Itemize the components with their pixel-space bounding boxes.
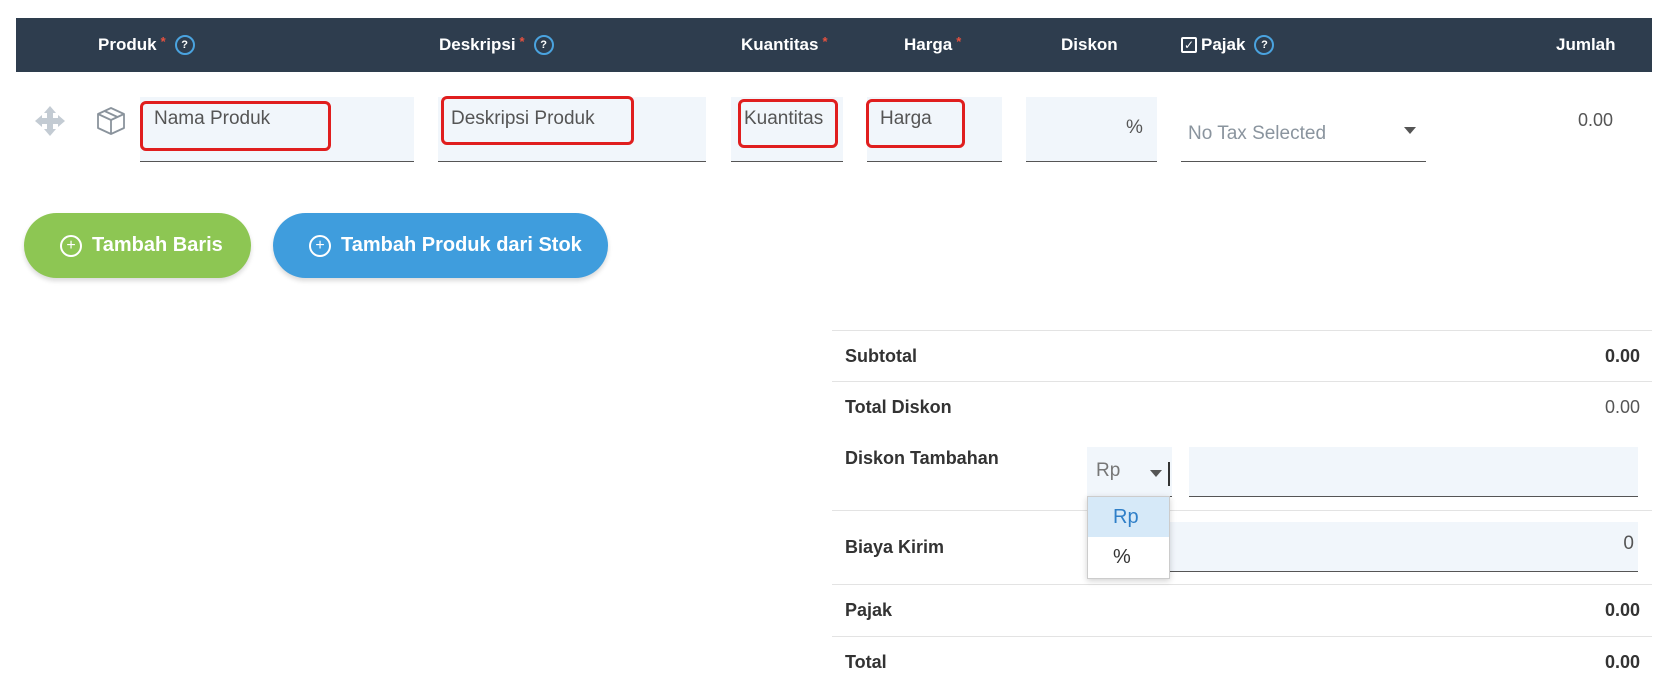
- plus-circle-icon: +: [60, 234, 82, 257]
- divider: [832, 584, 1652, 585]
- add-row-button[interactable]: + Tambah Baris: [24, 213, 251, 278]
- col-pajak: ✓ Pajak ?: [1181, 18, 1275, 72]
- col-deskripsi-label: Deskripsi: [439, 35, 516, 54]
- col-jumlah: Jumlah: [1556, 18, 1616, 72]
- highlight-box: [738, 99, 838, 148]
- col-harga-label: Harga: [904, 35, 953, 54]
- drag-handle-icon[interactable]: [34, 105, 66, 137]
- total-value: 0.00: [1604, 652, 1640, 672]
- highlight-box: [441, 96, 634, 145]
- col-diskon: Diskon: [1061, 18, 1118, 72]
- col-diskon-label: Diskon: [1061, 35, 1118, 54]
- help-icon[interactable]: ?: [533, 35, 554, 55]
- shipping-cost-label: Biaya Kirim: [845, 537, 945, 557]
- add-product-from-stock-button[interactable]: + Tambah Produk dari Stok: [273, 213, 608, 278]
- highlight-box: [140, 101, 331, 151]
- discount-type-dropdown: Rp %: [1087, 496, 1170, 579]
- required-mark: *: [519, 33, 525, 49]
- subtotal-value: 0.00: [1604, 346, 1640, 366]
- discount-unit: %: [1126, 117, 1143, 138]
- chevron-down-icon: [1404, 127, 1416, 134]
- chevron-down-icon: [1150, 470, 1162, 477]
- divider: [832, 381, 1652, 382]
- required-mark: *: [956, 33, 962, 49]
- additional-discount-label: Diskon Tambahan: [845, 448, 999, 468]
- col-produk: Produk * ?: [98, 18, 195, 72]
- col-jumlah-label: Jumlah: [1556, 35, 1616, 54]
- highlight-box: [866, 99, 965, 148]
- divider: [832, 636, 1652, 637]
- tax-value: 0.00: [1604, 600, 1640, 620]
- col-kuantitas-label: Kuantitas: [741, 35, 819, 54]
- col-produk-label: Produk: [98, 35, 157, 54]
- required-mark: *: [160, 33, 166, 49]
- tax-label: Pajak: [845, 600, 893, 620]
- shipping-cost-input[interactable]: [1170, 522, 1638, 572]
- plus-circle-icon: +: [309, 234, 331, 257]
- col-harga: Harga *: [904, 18, 961, 72]
- table-header: Produk * ? Deskripsi * ? Kuantitas * Har…: [16, 18, 1652, 72]
- shipping-cost-value: 0: [1623, 533, 1634, 554]
- required-mark: *: [822, 33, 828, 49]
- tax-select-value: No Tax Selected: [1188, 123, 1327, 144]
- add-product-label: Tambah Produk dari Stok: [341, 234, 582, 256]
- checkbox-checked-icon[interactable]: ✓: [1181, 37, 1197, 53]
- help-icon[interactable]: ?: [174, 35, 195, 55]
- additional-discount-input[interactable]: [1189, 447, 1638, 497]
- total-label: Total: [845, 652, 887, 672]
- divider: [832, 510, 1652, 511]
- subtotal-label: Subtotal: [845, 346, 917, 366]
- divider: [832, 330, 1652, 331]
- total-discount-value: 0.00: [1604, 397, 1640, 417]
- dropdown-option-percent[interactable]: %: [1088, 537, 1169, 577]
- col-deskripsi: Deskripsi * ?: [439, 18, 554, 72]
- total-discount-label: Total Diskon: [845, 397, 952, 417]
- row-amount: 0.00: [1578, 110, 1614, 130]
- help-icon[interactable]: ?: [1254, 35, 1275, 55]
- product-box-icon[interactable]: [96, 106, 126, 136]
- dropdown-option-rp[interactable]: Rp: [1088, 497, 1169, 537]
- col-pajak-label: Pajak: [1201, 35, 1246, 54]
- add-row-label: Tambah Baris: [92, 234, 223, 256]
- discount-type-value: Rp: [1096, 460, 1121, 481]
- text-cursor: [1168, 462, 1170, 486]
- col-kuantitas: Kuantitas *: [741, 18, 828, 72]
